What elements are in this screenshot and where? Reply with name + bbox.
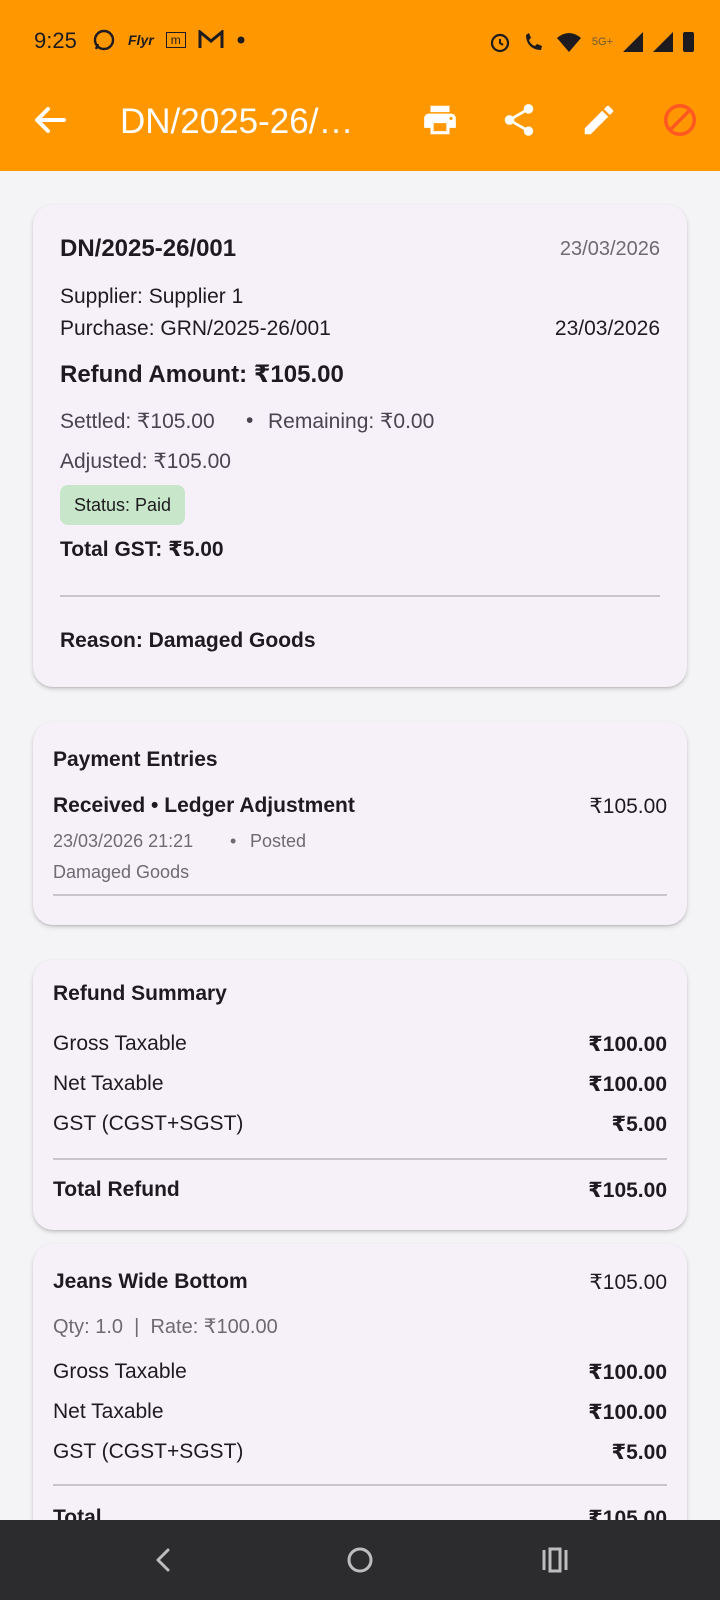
- total-refund-value: ₹105.00: [588, 1179, 667, 1202]
- share-button[interactable]: [497, 98, 541, 142]
- nav-back-icon: [156, 1548, 170, 1572]
- status-time: 9:25: [34, 28, 77, 53]
- nav-back-button[interactable]: [143, 1540, 183, 1580]
- print-icon: [424, 105, 456, 135]
- item-name: Jeans Wide Bottom: [53, 1270, 248, 1293]
- item-qty-rate: Qty: 1.0 | Rate: ₹100.00: [53, 1316, 278, 1338]
- app-bar: 9:25 Flyr m 5G+ DN/2025-26/001: [0, 0, 720, 171]
- gmail-icon: [198, 30, 224, 48]
- item-amount: ₹105.00: [589, 1271, 667, 1294]
- page-title: DN/2025-26/001: [120, 102, 370, 141]
- total-gst: Total GST: ₹5.00: [60, 538, 224, 561]
- item-row-value: ₹5.00: [611, 1441, 667, 1464]
- remaining-amount: Remaining: ₹0.00: [268, 410, 435, 433]
- total-refund-label: Total Refund: [53, 1178, 180, 1201]
- nav-recents-icon: [542, 1547, 568, 1573]
- item-row-label: Gross Taxable: [53, 1360, 187, 1383]
- item-row-value: ₹100.00: [588, 1401, 667, 1424]
- separator-dot: •: [246, 409, 254, 432]
- payment-entry-state: Posted: [250, 831, 307, 851]
- wifi-icon: [556, 33, 581, 52]
- summary-row-label: Net Taxable: [53, 1072, 164, 1095]
- payment-entries-title: Payment Entries: [53, 748, 218, 771]
- edit-button[interactable]: [577, 98, 621, 142]
- payment-entry-datetime: 23/03/2026 21:21: [53, 831, 194, 851]
- divider: [53, 894, 667, 896]
- adjusted-amount: Adjusted: ₹105.00: [60, 450, 231, 473]
- doc-number: DN/2025-26/001: [60, 235, 237, 262]
- toolbar: DN/2025-26/001: [0, 92, 720, 152]
- nav-recents-button[interactable]: [535, 1540, 575, 1580]
- alarm-icon: [490, 33, 509, 53]
- payment-entry-amount: ₹105.00: [589, 795, 667, 818]
- print-button[interactable]: [418, 98, 462, 142]
- purchase-ref: Purchase: GRN/2025-26/001: [60, 317, 331, 340]
- summary-row-value: ₹100.00: [588, 1073, 667, 1096]
- system-status-icons: 5G+: [488, 30, 694, 54]
- item-row-value: ₹100.00: [588, 1361, 667, 1384]
- reason: Reason: Damaged Goods: [60, 629, 316, 652]
- system-nav-bar: [0, 1520, 720, 1600]
- m-icon: m: [165, 32, 186, 48]
- share-icon: [504, 104, 534, 136]
- payment-entry-label: Received • Ledger Adjustment: [53, 794, 355, 817]
- refund-summary-title: Refund Summary: [53, 982, 227, 1005]
- purchase-date: 23/03/2026: [554, 317, 660, 340]
- battery-icon: [683, 32, 694, 52]
- refund-amount: Refund Amount: ₹105.00: [60, 361, 344, 388]
- payment-entry-note: Damaged Goods: [53, 862, 190, 882]
- status-bar: 9:25 Flyr m 5G+: [0, 24, 720, 60]
- whatsapp-icon: [93, 29, 115, 51]
- dot-icon: [237, 36, 245, 44]
- divider: [53, 1484, 667, 1486]
- settled-amount: Settled: ₹105.00: [60, 410, 215, 433]
- item-row-label: GST (CGST+SGST): [53, 1440, 244, 1463]
- status-badge: Status: Paid: [60, 485, 186, 525]
- nav-home-icon: [347, 1547, 373, 1573]
- cancel-button[interactable]: [658, 98, 702, 142]
- summary-row-value: ₹100.00: [588, 1033, 667, 1056]
- edit-icon: [584, 105, 614, 135]
- supplier-name: Supplier: Supplier 1: [60, 285, 244, 308]
- doc-date: 23/03/2026: [559, 238, 660, 260]
- summary-row-label: Gross Taxable: [53, 1032, 187, 1055]
- separator-dot: •: [230, 831, 237, 851]
- summary-row-label: GST (CGST+SGST): [53, 1112, 244, 1135]
- debit-note-header-card: DN/2025-26/001 23/03/2026 Supplier: Supp…: [33, 205, 687, 687]
- back-button[interactable]: [28, 98, 72, 142]
- signal-icon: [623, 32, 643, 52]
- refund-summary-card: Refund Summary Gross Taxable ₹100.00 Net…: [33, 960, 687, 1230]
- item-row-label: Net Taxable: [53, 1400, 164, 1423]
- line-item-card: Jeans Wide Bottom ₹105.00 Qty: 1.0 | Rat…: [33, 1244, 687, 1564]
- divider: [53, 1158, 667, 1160]
- divider: [60, 595, 660, 597]
- network-type: 5G+: [591, 36, 613, 48]
- nav-home-button[interactable]: [340, 1540, 380, 1580]
- back-arrow-icon: [35, 107, 66, 133]
- cancel-icon: [664, 104, 696, 136]
- summary-row-value: ₹5.00: [611, 1113, 667, 1136]
- notification-icons: Flyr m: [92, 28, 246, 52]
- signal-icon: [653, 32, 673, 52]
- flyr-icon: Flyr: [128, 32, 154, 48]
- payment-entries-card: Payment Entries Received • Ledger Adjust…: [33, 722, 687, 925]
- wifi-call-icon: [525, 33, 542, 50]
